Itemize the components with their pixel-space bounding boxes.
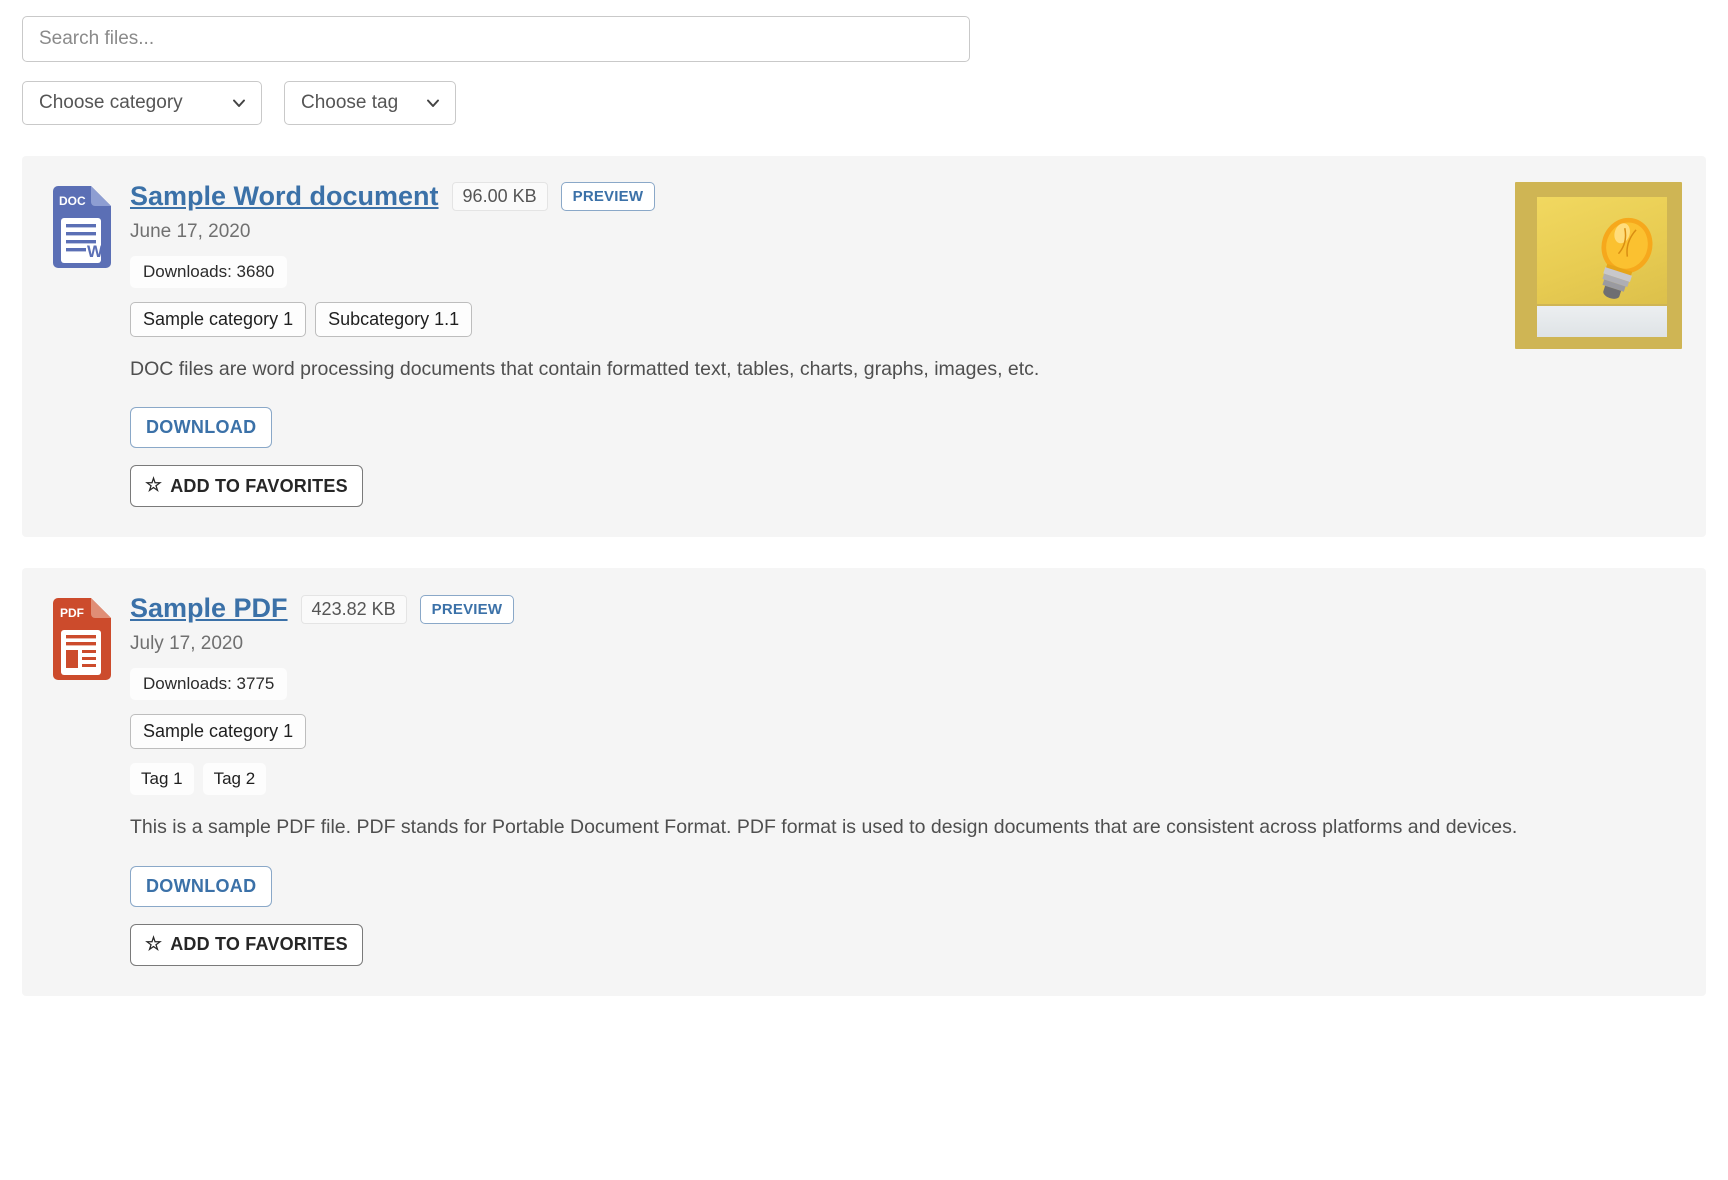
chevron-down-icon <box>426 96 440 110</box>
category-select-label: Choose category <box>39 92 183 113</box>
category-row: Sample category 1 <box>130 714 1682 750</box>
star-outline-icon: ☆ <box>145 933 163 955</box>
category-row: Sample category 1 Subcategory 1.1 <box>130 301 1682 337</box>
svg-text:W: W <box>87 242 104 261</box>
category-chip[interactable]: Sample category 1 <box>130 301 307 337</box>
download-row: DOWNLOAD <box>130 865 1682 907</box>
downloads-row: Downloads: 3680 <box>130 255 1682 288</box>
add-to-favorites-button[interactable]: ☆ ADD TO FAVORITES <box>130 923 363 966</box>
filter-bar: Choose category Choose tag <box>22 81 1706 125</box>
svg-text:DOC: DOC <box>59 194 86 208</box>
doc-file-icon: DOC W <box>48 185 114 269</box>
file-title-link[interactable]: Sample PDF <box>130 594 288 624</box>
file-description: This is a sample PDF file. PDF stands fo… <box>130 816 1518 839</box>
tag-select[interactable]: Choose tag <box>284 81 456 125</box>
file-card: PDF Sample PDF 423.82 KB PREVIEW July 17… <box>22 568 1706 996</box>
category-chip[interactable]: Sample category 1 <box>130 714 307 750</box>
file-thumbnail[interactable] <box>1515 182 1682 349</box>
chevron-down-icon <box>232 96 246 110</box>
search-input[interactable] <box>22 16 970 62</box>
file-size-badge: 423.82 KB <box>300 594 407 624</box>
category-chip[interactable]: Subcategory 1.1 <box>315 301 473 337</box>
file-size-badge: 96.00 KB <box>451 182 548 212</box>
star-outline-icon: ☆ <box>145 475 163 497</box>
download-row: DOWNLOAD <box>130 407 1682 449</box>
file-date: June 17, 2020 <box>130 220 251 242</box>
add-to-favorites-button[interactable]: ☆ ADD TO FAVORITES <box>130 465 363 508</box>
pdf-file-icon: PDF <box>48 597 114 681</box>
download-button[interactable]: DOWNLOAD <box>130 407 273 449</box>
file-title-link[interactable]: Sample Word document <box>130 181 439 212</box>
favorites-row: ☆ ADD TO FAVORITES <box>130 923 1682 966</box>
file-card: DOC W Sample Word document 96.00 KB PREV… <box>22 156 1706 538</box>
tag-row: Tag 1 Tag 2 <box>130 763 1682 796</box>
search-area <box>22 16 970 62</box>
svg-text:PDF: PDF <box>60 606 84 620</box>
preview-button[interactable]: PREVIEW <box>419 594 515 624</box>
preview-button[interactable]: PREVIEW <box>560 182 656 212</box>
file-date: July 17, 2020 <box>130 633 244 655</box>
add-to-favorites-label: ADD TO FAVORITES <box>170 475 348 496</box>
favorites-row: ☆ ADD TO FAVORITES <box>130 465 1682 508</box>
tag-chip[interactable]: Tag 2 <box>202 763 267 796</box>
file-title-row: Sample PDF 423.82 KB PREVIEW <box>130 594 1682 624</box>
file-description: DOC files are word processing documents … <box>130 357 1040 380</box>
download-button[interactable]: DOWNLOAD <box>130 865 273 907</box>
downloads-row: Downloads: 3775 <box>130 668 1682 701</box>
tag-chip[interactable]: Tag 1 <box>130 763 194 796</box>
add-to-favorites-label: ADD TO FAVORITES <box>170 934 348 955</box>
downloads-badge: Downloads: 3680 <box>130 255 288 288</box>
downloads-badge: Downloads: 3775 <box>130 668 288 701</box>
file-manager-page: Choose category Choose tag <box>0 0 1728 996</box>
tag-select-label: Choose tag <box>301 92 399 113</box>
file-title-row: Sample Word document 96.00 KB PREVIEW <box>130 181 1682 212</box>
category-select[interactable]: Choose category <box>22 81 262 125</box>
